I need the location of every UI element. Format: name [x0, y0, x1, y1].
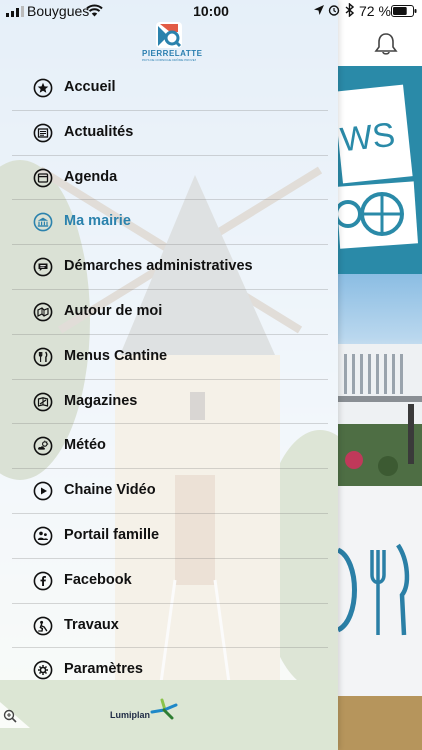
news-tile-text: WS	[339, 116, 397, 160]
menu-item-parametres[interactable]: Paramètres	[0, 648, 338, 693]
menu-item-travaux[interactable]: Travaux	[0, 604, 338, 649]
town-hall-photo[interactable]	[338, 274, 422, 486]
status-bar: Bouygues 10:00 72 %	[0, 0, 422, 22]
calendar-icon	[33, 168, 53, 187]
news-tile-artwork: WS	[338, 84, 419, 249]
map-icon	[33, 302, 53, 322]
lumiplan-mark-icon	[150, 698, 178, 720]
menu-item-demarches-administratives[interactable]: Démarches administratives	[0, 245, 338, 290]
location-arrow-icon	[314, 5, 324, 15]
background-footer-tile[interactable]	[338, 696, 422, 750]
alarm-icon	[328, 5, 340, 16]
star-icon	[33, 78, 53, 98]
pierrelatte-logo: PIERRELATTE PAYS DE CORNICHE DRÔME PROVE…	[142, 22, 203, 64]
menu-item-menus-cantine[interactable]: Menus Cantine	[0, 335, 338, 380]
menu-item-magazines[interactable]: Magazines	[0, 380, 338, 425]
menu-item-label: Accueil	[64, 79, 116, 95]
logo-text: PIERRELATTE	[142, 49, 203, 58]
menu-item-label: Météo	[64, 437, 106, 454]
cutlery-icon	[33, 347, 53, 367]
building-illustration	[338, 344, 422, 486]
menu-item-portail-famille[interactable]: Portail famille	[0, 514, 338, 559]
menu-item-label: Portail famille	[64, 526, 160, 543]
menu-item-facebook[interactable]: Facebook	[0, 559, 338, 604]
bell-icon[interactable]	[373, 32, 399, 56]
drawer-menu: Accueil Actualités Agenda Ma mairie Démarche…	[0, 66, 338, 693]
menu-item-actualites[interactable]: Actualités	[0, 111, 338, 156]
menu-item-autour-de-moi[interactable]: Autour de moi	[0, 290, 338, 335]
menu-item-chaine-video[interactable]: Chaine Vidéo	[0, 469, 338, 514]
menu-item-accueil[interactable]: Accueil	[0, 66, 338, 111]
navigation-drawer: PIERRELATTE PAYS DE CORNICHE DRÔME PROVE…	[0, 0, 338, 750]
menu-item-label: Menus Cantine	[64, 347, 168, 364]
bluetooth-icon	[345, 3, 354, 17]
news-tile[interactable]: WS	[338, 66, 422, 274]
newspaper-icon	[33, 123, 53, 143]
menu-item-label: Paramètres	[64, 661, 143, 678]
chat-icon	[33, 257, 53, 277]
facebook-icon	[33, 571, 53, 591]
logo-mark-icon	[156, 22, 182, 48]
canteen-cutlery-illustration[interactable]	[338, 530, 422, 650]
gear-icon	[33, 660, 53, 680]
menu-item-meteo[interactable]: Météo	[0, 424, 338, 469]
menu-item-label: Agenda	[64, 168, 118, 185]
menu-item-label: Autour de moi	[64, 302, 163, 319]
play-icon	[33, 481, 53, 501]
family-icon	[33, 526, 53, 546]
menu-item-label: Ma mairie	[64, 213, 131, 230]
menu-item-label: Démarches administratives	[64, 258, 253, 275]
menu-item-label: Travaux	[64, 616, 119, 633]
menu-item-label: Facebook	[64, 571, 132, 588]
lumiplan-wordmark: Lumiplan	[110, 710, 150, 720]
logo-tagline: PAYS DE CORNICHE DRÔME PROVENÇALE	[142, 58, 196, 62]
battery-percentage: 72 %	[359, 3, 391, 19]
worker-icon	[33, 616, 53, 635]
menu-item-label: Magazines	[64, 392, 138, 409]
battery-icon	[391, 5, 417, 17]
town-hall-icon	[33, 212, 53, 232]
magazine-icon	[33, 392, 53, 411]
weather-icon	[33, 436, 53, 456]
menu-item-label: Actualités	[64, 123, 134, 140]
accessibility-zoom-icon[interactable]	[0, 702, 30, 728]
menu-item-agenda[interactable]: Agenda	[0, 156, 338, 201]
lumiplan-logo: Lumiplan	[110, 698, 180, 722]
menu-item-label: Chaine Vidéo	[64, 482, 156, 499]
menu-item-ma-mairie[interactable]: Ma mairie	[0, 200, 338, 245]
